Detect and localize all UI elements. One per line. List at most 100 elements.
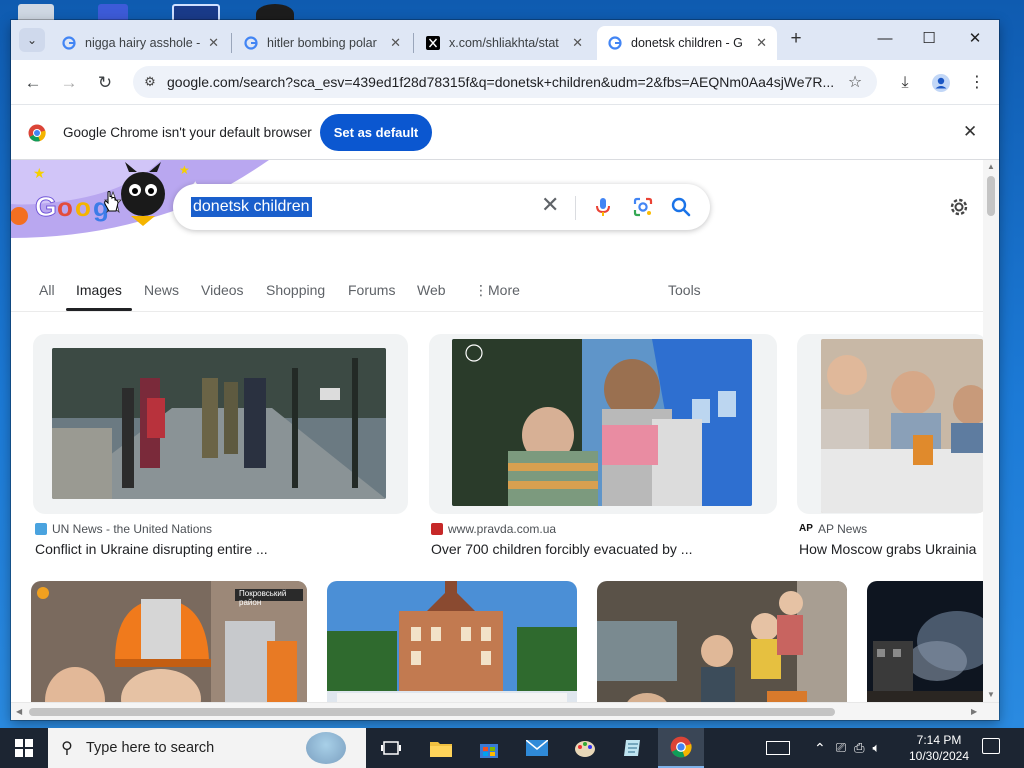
- search-query-text[interactable]: donetsk children: [191, 197, 312, 217]
- reload-button[interactable]: ↻: [92, 70, 118, 96]
- image-result[interactable]: [597, 581, 847, 702]
- tab-4-active[interactable]: donetsk children - G ✕: [597, 26, 777, 60]
- chrome-menu-button[interactable]: ⋮: [964, 70, 990, 96]
- tab-videos[interactable]: Videos: [201, 282, 244, 298]
- task-view-button[interactable]: [368, 728, 414, 768]
- gear-icon[interactable]: [947, 195, 971, 219]
- tab-news[interactable]: News: [144, 282, 179, 298]
- result-source[interactable]: AP AP News: [799, 522, 867, 536]
- scroll-up-arrow-icon[interactable]: ▲: [987, 162, 995, 171]
- vertical-scrollbar[interactable]: ▲ ▼: [983, 160, 999, 702]
- image-thumbnail[interactable]: [33, 334, 408, 514]
- image-thumbnail[interactable]: Покровський район: [31, 581, 307, 702]
- maximize-button[interactable]: ☐: [907, 28, 951, 52]
- search-box[interactable]: donetsk children ✕: [173, 184, 710, 230]
- keyboard-layout-icon[interactable]: [766, 741, 790, 755]
- chrome-taskbar-button[interactable]: [658, 728, 704, 768]
- arrow-right-icon: →: [60, 73, 78, 92]
- svg-text:G: G: [35, 191, 57, 222]
- tab-2[interactable]: hitler bombing polar ✕: [233, 26, 411, 60]
- set-as-default-button[interactable]: Set as default: [320, 114, 432, 151]
- search-icon[interactable]: [669, 195, 693, 219]
- image-thumbnail[interactable]: [797, 334, 983, 514]
- image-thumbnail[interactable]: [429, 334, 777, 514]
- horizontal-scrollbar-thumb[interactable]: [29, 708, 835, 716]
- browser-toolbar: ← → ↻ ⚙ google.com/search?sca_esv=439ed1…: [11, 60, 999, 104]
- more-vert-icon[interactable]: ⋮: [474, 282, 488, 299]
- tab-search-button[interactable]: ⌄: [19, 28, 45, 52]
- tab-3[interactable]: x.com/shliakhta/stat ✕: [415, 26, 593, 60]
- tab-images[interactable]: Images: [76, 282, 122, 298]
- result-caption[interactable]: How Moscow grabs Ukrainia: [799, 541, 976, 557]
- image-result[interactable]: [867, 581, 983, 702]
- site-info-icon[interactable]: ⚙: [133, 74, 167, 90]
- microsoft-store-button[interactable]: [466, 728, 512, 768]
- tab-forums[interactable]: Forums: [348, 282, 395, 298]
- clear-search-icon[interactable]: ✕: [541, 194, 559, 216]
- search-highlight-icon[interactable]: [306, 732, 346, 764]
- windows-logo-icon: [15, 739, 33, 757]
- tools-button[interactable]: Tools: [668, 282, 701, 298]
- close-tab-icon[interactable]: ✕: [572, 35, 583, 51]
- image-result[interactable]: Покровський район: [31, 581, 307, 702]
- start-button[interactable]: [0, 728, 48, 768]
- tab-3-title: x.com/shliakhta/stat: [449, 36, 559, 50]
- palette-icon: [575, 741, 595, 757]
- image-thumbnail[interactable]: [327, 581, 577, 702]
- tab-all[interactable]: All: [39, 282, 55, 298]
- paint-button[interactable]: [562, 728, 608, 768]
- notification-icon[interactable]: [982, 738, 1000, 754]
- back-button[interactable]: ←: [20, 70, 46, 96]
- mail-button[interactable]: [514, 728, 560, 768]
- mouse-pointer-icon: [104, 191, 119, 212]
- scroll-right-arrow-icon[interactable]: ▶: [971, 707, 977, 716]
- close-tab-icon[interactable]: ✕: [208, 35, 219, 51]
- ukraine-emergency-logo: [37, 587, 49, 599]
- tab-1[interactable]: nigga hairy asshole - ✕: [51, 26, 229, 60]
- tab-more[interactable]: More: [488, 282, 520, 298]
- close-window-button[interactable]: ✕: [953, 28, 997, 52]
- arrow-left-icon: ←: [24, 73, 42, 92]
- image-result[interactable]: UN News - the United Nations Conflict in…: [33, 334, 408, 557]
- vertical-scrollbar-thumb[interactable]: [987, 176, 995, 216]
- forward-button[interactable]: →: [56, 70, 82, 96]
- close-tab-icon[interactable]: ✕: [756, 35, 767, 51]
- image-result[interactable]: AP AP News How Moscow grabs Ukrainia: [797, 334, 983, 557]
- minimize-button[interactable]: —: [863, 28, 907, 52]
- microphone-icon[interactable]: [591, 195, 615, 219]
- address-url[interactable]: google.com/search?sca_esv=439ed1f28d7831…: [167, 74, 839, 90]
- notepad-button[interactable]: [610, 728, 656, 768]
- photo-night-explosion: [867, 581, 983, 702]
- close-tab-icon[interactable]: ✕: [390, 35, 401, 51]
- new-tab-button[interactable]: +: [783, 28, 809, 52]
- taskbar-search-box[interactable]: ⚲ Type here to search: [48, 728, 366, 768]
- taskbar-clock[interactable]: 7:14 PM 10/30/2024: [904, 732, 974, 764]
- network-icon[interactable]: ⎙: [854, 740, 864, 756]
- bookmark-star-icon[interactable]: ☆: [839, 72, 871, 92]
- result-caption[interactable]: Conflict in Ukraine disrupting entire ..…: [35, 541, 268, 557]
- scroll-down-arrow-icon[interactable]: ▼: [987, 690, 995, 699]
- result-caption[interactable]: Over 700 children forcibly evacuated by …: [431, 541, 692, 557]
- tab-shopping[interactable]: Shopping: [266, 282, 325, 298]
- result-source[interactable]: UN News - the United Nations: [35, 522, 212, 536]
- tab-web[interactable]: Web: [417, 282, 446, 298]
- volume-icon[interactable]: 🔈︎: [873, 740, 881, 756]
- image-result[interactable]: [327, 581, 577, 702]
- downloads-button[interactable]: ⤓: [892, 70, 918, 96]
- image-result[interactable]: www.pravda.com.ua Over 700 children forc…: [429, 334, 777, 557]
- image-thumbnail[interactable]: [597, 581, 847, 702]
- more-vert-icon: ⋮: [969, 74, 985, 91]
- meet-now-icon[interactable]: ⎚: [836, 740, 846, 756]
- profile-avatar-icon: [932, 74, 950, 92]
- result-source[interactable]: www.pravda.com.ua: [431, 522, 556, 536]
- google-lens-icon[interactable]: [631, 195, 655, 219]
- file-explorer-button[interactable]: [418, 728, 464, 768]
- address-bar[interactable]: ⚙ google.com/search?sca_esv=439ed1f28d78…: [133, 66, 877, 98]
- chevron-up-icon[interactable]: ⌃: [814, 740, 826, 757]
- tab-strip: ⌄ nigga hairy asshole - ✕ hitler bombing…: [11, 20, 999, 60]
- close-infobar-icon[interactable]: ✕: [963, 122, 977, 142]
- horizontal-scrollbar[interactable]: ◀ ▶: [11, 702, 999, 720]
- image-thumbnail[interactable]: [867, 581, 983, 702]
- scroll-left-arrow-icon[interactable]: ◀: [16, 707, 22, 716]
- profile-button[interactable]: [928, 70, 954, 96]
